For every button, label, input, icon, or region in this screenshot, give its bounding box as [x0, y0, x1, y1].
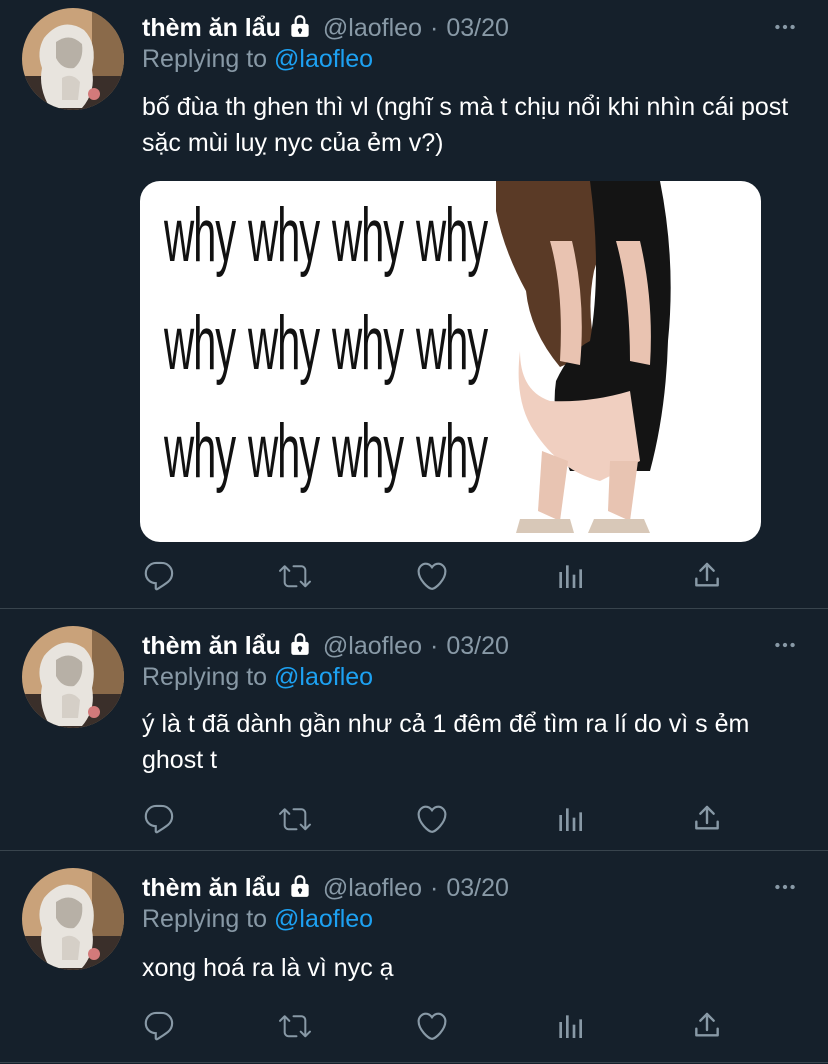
why-word: why: [332, 409, 404, 494]
more-icon[interactable]: [772, 874, 798, 900]
more-icon[interactable]: [772, 632, 798, 658]
tweet-date[interactable]: 03/20: [446, 632, 509, 661]
author-handle[interactable]: @laofleo: [323, 632, 422, 661]
heart-icon[interactable]: [415, 802, 449, 836]
share-icon[interactable]: [690, 559, 724, 593]
heart-icon[interactable]: [415, 1009, 449, 1043]
heart-icon[interactable]: [415, 559, 449, 593]
retweet-icon[interactable]: [278, 802, 312, 836]
why-word: why: [248, 409, 320, 494]
why-word: why: [416, 409, 488, 494]
reply-icon[interactable]: [142, 802, 176, 836]
reply-icon[interactable]: [142, 559, 176, 593]
replying-to-label: Replying to: [142, 905, 268, 933]
tweet-text: bố đùa th ghen thì vl (nghĩ s mà t chịu …: [142, 93, 789, 157]
analytics-icon[interactable]: [553, 559, 587, 593]
tweet-text: xong hoá ra là vì nyc ạ: [142, 954, 394, 982]
author-handle[interactable]: @laofleo: [323, 14, 422, 43]
separator-dot: ·: [429, 873, 439, 902]
tweet-1[interactable]: thèm ăn lẩu @laofleo · 03/20 Replying to…: [0, 0, 828, 608]
tweet-actions: [142, 802, 742, 836]
tweet-2[interactable]: thèm ăn lẩu @laofleo · 03/20 Replying to…: [0, 609, 828, 850]
replying-to-label: Replying to: [142, 663, 268, 691]
why-word: why: [164, 301, 236, 386]
mention-link[interactable]: @laofleo: [274, 905, 373, 933]
replying-to: Replying to @laofleo: [142, 663, 373, 692]
mention-link[interactable]: @laofleo: [274, 663, 373, 691]
why-word: why: [416, 301, 488, 386]
tweet-date[interactable]: 03/20: [446, 14, 509, 43]
author-name[interactable]: thèm ăn lẩu: [142, 874, 281, 903]
separator-dot: ·: [429, 631, 439, 660]
replying-to: Replying to @laofleo: [142, 45, 373, 74]
lock-icon: [287, 873, 313, 904]
share-icon[interactable]: [690, 1009, 724, 1043]
replying-to: Replying to @laofleo: [142, 905, 373, 934]
retweet-icon[interactable]: [278, 559, 312, 593]
why-word: why: [332, 193, 404, 278]
tweet-actions: [142, 1009, 742, 1043]
replying-to-label: Replying to: [142, 45, 268, 73]
divider: [0, 1062, 828, 1063]
avatar[interactable]: [22, 626, 124, 728]
tweet-3[interactable]: thèm ăn lẩu @laofleo · 03/20 Replying to…: [0, 851, 828, 1064]
why-word: why: [416, 193, 488, 278]
author-name[interactable]: thèm ăn lẩu: [142, 632, 281, 661]
tweet-date[interactable]: 03/20: [446, 874, 509, 903]
author-handle[interactable]: @laofleo: [323, 874, 422, 903]
tweet-text: ý là t đã dành gần như cả 1 đêm để tìm r…: [142, 710, 750, 774]
analytics-icon[interactable]: [553, 802, 587, 836]
lock-icon: [287, 13, 313, 44]
why-word: why: [164, 409, 236, 494]
why-word: why: [248, 301, 320, 386]
separator-dot: ·: [429, 13, 439, 42]
avatar[interactable]: [22, 868, 124, 970]
tweet-header: thèm ăn lẩu @laofleo · 03/20: [142, 11, 509, 45]
why-word: why: [332, 301, 404, 386]
tweet-media-image[interactable]: why why why why why why why why why why …: [140, 181, 761, 542]
analytics-icon[interactable]: [553, 1009, 587, 1043]
share-icon[interactable]: [690, 802, 724, 836]
lock-icon: [287, 631, 313, 662]
why-word: why: [164, 193, 236, 278]
tweet-actions: [142, 559, 742, 593]
tweet-header: thèm ăn lẩu @laofleo · 03/20: [142, 629, 509, 663]
why-word: why: [248, 193, 320, 278]
retweet-icon[interactable]: [278, 1009, 312, 1043]
avatar[interactable]: [22, 8, 124, 110]
tweet-header: thèm ăn lẩu @laofleo · 03/20: [142, 871, 509, 905]
mention-link[interactable]: @laofleo: [274, 45, 373, 73]
why-meme-text: why why why why why why why why why why …: [164, 193, 524, 517]
more-icon[interactable]: [772, 14, 798, 40]
author-name[interactable]: thèm ăn lẩu: [142, 14, 281, 43]
crouching-woman-illustration: [496, 181, 671, 533]
reply-icon[interactable]: [142, 1009, 176, 1043]
